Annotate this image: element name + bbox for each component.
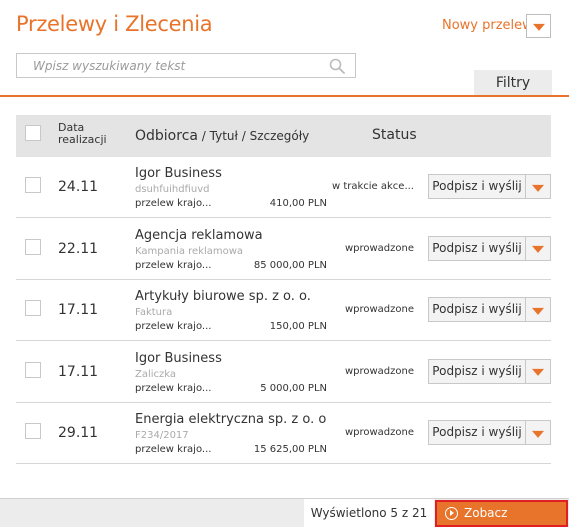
select-all-checkbox[interactable] [25,125,41,141]
chevron-down-icon [532,307,544,315]
row-actions-dropdown[interactable] [526,420,551,445]
sign-and-send-button[interactable]: Podpisz i wyślij [428,358,526,384]
row-recipient: Agencja reklamowa [135,227,263,243]
row-date: 22.11 [58,240,99,257]
row-amount: 85 000,00 PLN [253,259,327,271]
row-title: Kampania reklamowa [135,245,244,257]
table-row[interactable]: 24.11 Igor Business dsuhfuihdfiuvd przelew … [16,157,551,218]
column-header-status: Status [372,127,417,143]
sign-and-send-button[interactable]: Podpisz i wyślij [428,420,526,445]
row-status: wprowadzone [344,304,414,315]
row-recipient: Energia elektryczna sp. z o. o [135,412,327,427]
table-row[interactable]: 29.11 Energia elektryczna sp. z o. o F234/… [16,403,551,464]
page-title: Przelewy i Zlecenia [16,12,213,36]
row-actions-dropdown[interactable] [526,297,551,322]
row-transfer-type: przelew krajo... [135,382,212,394]
row-title: dsuhfuihdfiuvd [135,184,210,195]
row-status: w trakcie akce... [331,181,414,192]
search-icon[interactable] [329,58,345,74]
row-recipient: Igor Business [135,350,222,366]
new-transfer-link[interactable]: Nowy przelew [442,18,533,33]
table-row[interactable]: 22.11 Agencja reklamowa Kampania reklamowa… [16,219,551,280]
table-header: Data realizacji Odbiorca / Tytuł / Szcze… [16,115,551,157]
search-box [16,53,356,78]
row-recipient: Artykuły biurowe sp. z o. o. [135,289,311,304]
row-amount: 410,00 PLN [269,198,327,209]
row-checkbox[interactable] [25,238,41,255]
sign-and-send-button[interactable]: Podpisz i wyślij [428,235,526,261]
row-checkbox[interactable] [25,177,41,193]
chevron-down-icon [532,430,544,438]
column-header-date-line2: realizacji [58,133,107,146]
row-title: Faktura [135,307,173,318]
column-header-recipient: Odbiorca / Tytuł / Szczegóły [135,128,309,144]
chevron-down-icon [532,184,544,192]
filters-button[interactable]: Filtry [474,70,552,96]
new-transfer-dropdown-button[interactable] [526,14,551,38]
row-checkbox[interactable] [25,361,41,378]
row-date: 24.11 [58,179,99,195]
search-input[interactable] [17,54,317,77]
row-amount: 150,00 PLN [269,321,327,332]
row-transfer-type: przelew krajo... [135,321,212,332]
chevron-down-icon [532,245,544,253]
row-date: 17.11 [58,302,99,318]
row-recipient: Igor Business [135,166,222,181]
column-header-date: Data realizacji [58,122,128,146]
row-actions-dropdown[interactable] [526,174,551,199]
row-actions-dropdown[interactable] [526,358,551,384]
column-header-recipient-sub: / Tytuł / Szczegóły [197,129,310,143]
sign-and-send-button[interactable]: Podpisz i wyślij [428,174,526,199]
results-count: Wyświetlono 5 z 21 [304,499,434,527]
table-row[interactable]: 17.11 Artykuły biurowe sp. z o. o. Faktura… [16,280,551,341]
see-all-label: Zobacz wszystkie [464,506,508,520]
row-actions-dropdown[interactable] [526,235,551,261]
sign-and-send-button[interactable]: Podpisz i wyślij [428,297,526,322]
row-checkbox[interactable] [25,300,41,316]
row-date: 29.11 [58,425,99,441]
row-status: wprowadzone [344,365,414,377]
table-row[interactable]: 17.11 Igor Business Zaliczka przelew krajo.… [16,342,551,403]
column-header-recipient-main: Odbiorca [135,128,198,144]
row-checkbox[interactable] [25,423,41,439]
row-amount: 5 000,00 PLN [260,382,327,394]
see-all-button[interactable]: Zobacz wszystkie [435,500,568,527]
chevron-down-icon [532,23,545,31]
row-status: wprowadzone [344,242,414,254]
chevron-down-icon [532,368,544,376]
row-title: F234/2017 [135,430,189,441]
row-transfer-type: przelew krajo... [135,198,212,209]
header-divider [0,95,569,97]
row-amount: 15 625,00 PLN [253,444,327,455]
row-status: wprowadzone [344,427,414,438]
row-date: 17.11 [58,363,99,380]
play-circle-icon [445,507,458,520]
row-title: Zaliczka [135,368,177,380]
row-transfer-type: przelew krajo... [135,444,212,455]
row-transfer-type: przelew krajo... [135,259,212,271]
